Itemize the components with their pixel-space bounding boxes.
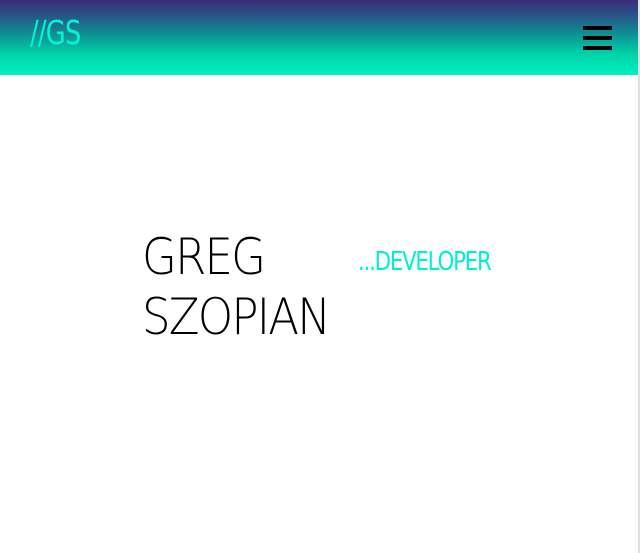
menu-bar-middle — [583, 36, 612, 40]
hero-name-last: SZOPIAN — [142, 288, 331, 346]
hamburger-menu-icon[interactable] — [583, 25, 612, 51]
hero-name-first: GREG — [142, 228, 266, 286]
menu-bar-bottom — [583, 46, 612, 50]
hero-role: ...DEVELOPER — [358, 247, 492, 277]
hero-name: GREG SZOPIAN — [142, 227, 331, 347]
site-logo[interactable]: //GS — [30, 13, 81, 53]
site-header: //GS — [0, 0, 638, 75]
page: //GS GREG SZOPIAN ...DEVELOPER — [0, 0, 640, 553]
menu-bar-top — [583, 26, 612, 30]
